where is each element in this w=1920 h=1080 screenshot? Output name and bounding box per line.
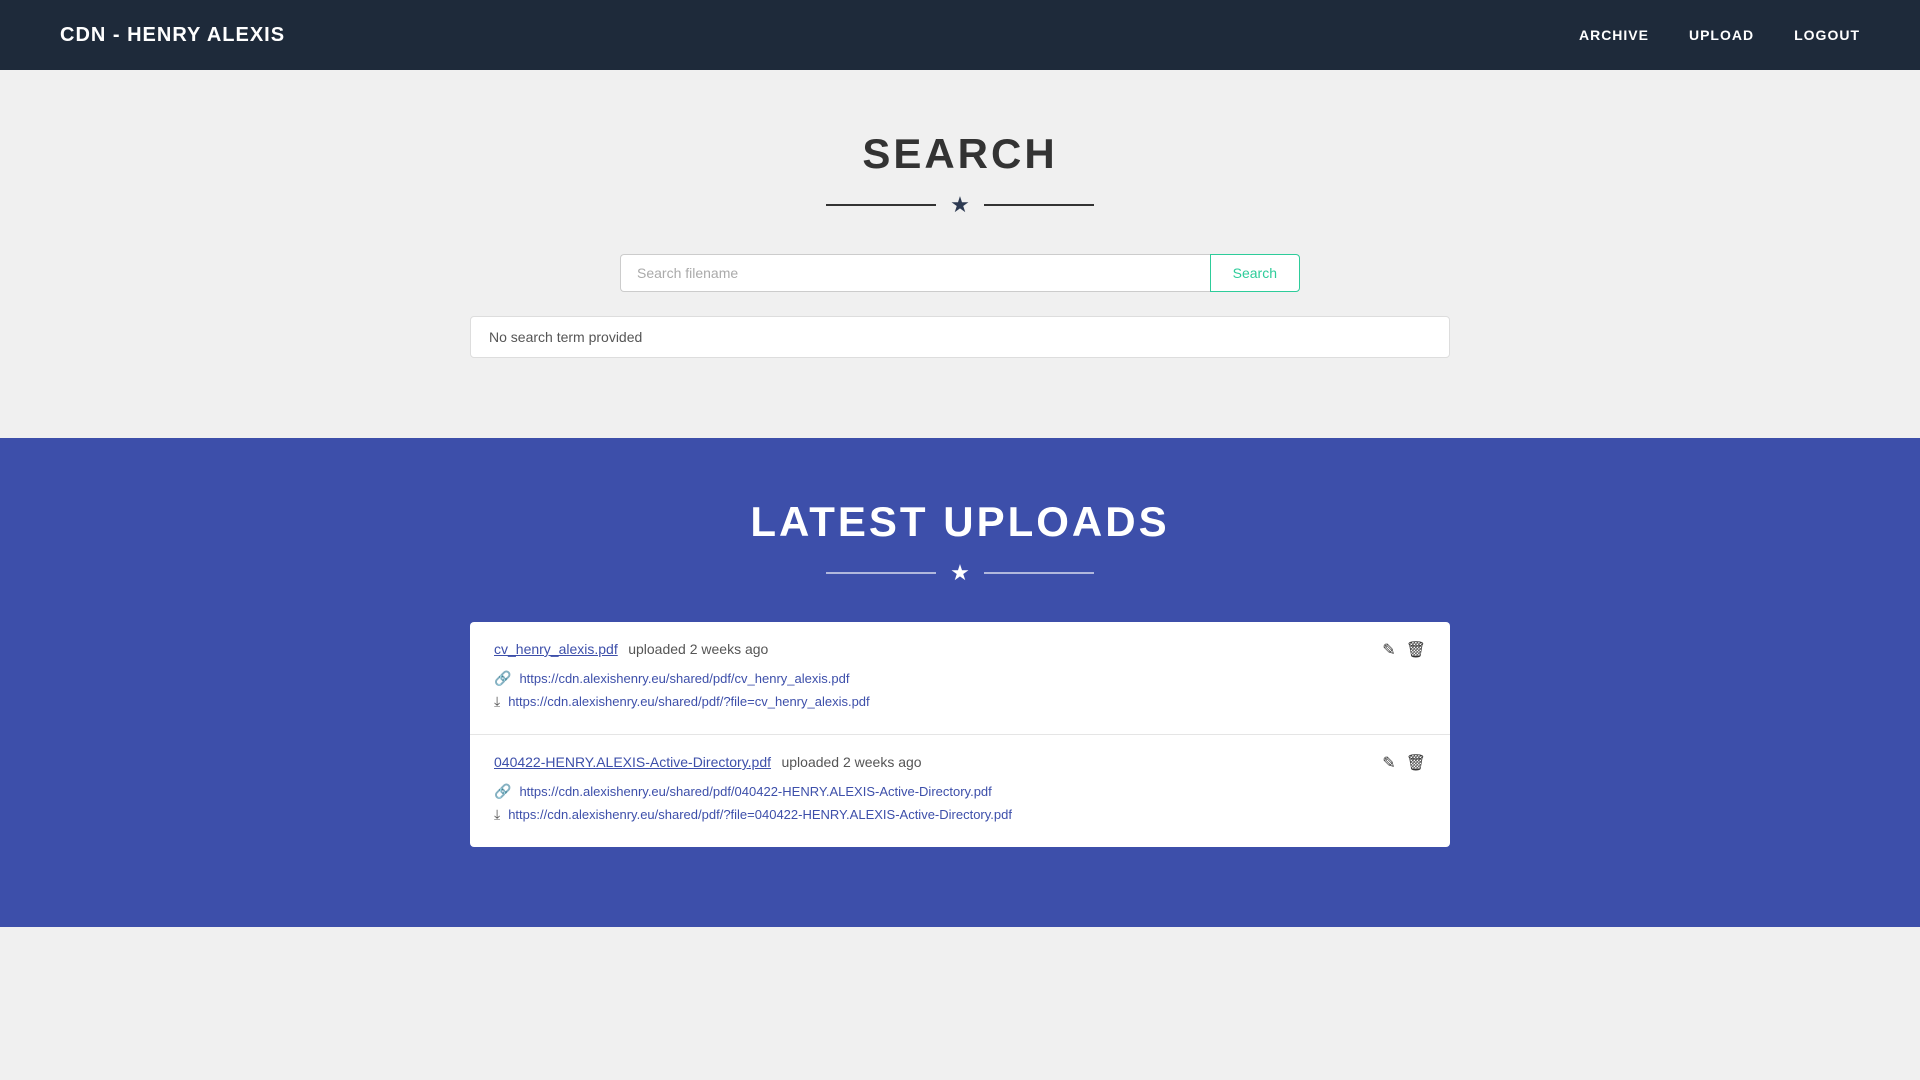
upload-item: cv_henry_alexis.pdf uploaded 2 weeks ago…: [470, 622, 1450, 735]
search-box: Search: [620, 254, 1300, 292]
upload-shared-link[interactable]: https://cdn.alexishenry.eu/shared/pdf/04…: [519, 784, 991, 799]
link-icon: 🔗: [494, 783, 511, 800]
upload-link[interactable]: UPLOAD: [1689, 27, 1754, 43]
download-icon: ⤓: [494, 693, 500, 710]
upload-download-link-row: ⤓ https://cdn.alexishenry.eu/shared/pdf/…: [494, 806, 1426, 823]
search-alert-text: No search term provided: [489, 329, 642, 345]
upload-actions: ✎ 🗑: [1382, 640, 1426, 660]
upload-item: 040422-HENRY.ALEXIS-Active-Directory.pdf…: [470, 735, 1450, 847]
divider-line-left: [826, 204, 936, 206]
search-divider: ★: [826, 192, 1094, 218]
search-alert: No search term provided: [470, 316, 1450, 358]
upload-header-left: 040422-HENRY.ALEXIS-Active-Directory.pdf…: [494, 754, 922, 772]
uploads-title: LATEST UPLOADS: [750, 498, 1169, 546]
divider-star: ★: [950, 192, 970, 218]
divider-line-right: [984, 204, 1094, 206]
search-title: SEARCH: [862, 130, 1057, 178]
upload-download-link[interactable]: https://cdn.alexishenry.eu/shared/pdf/?f…: [508, 694, 869, 709]
uploads-divider-line-left: [826, 572, 936, 574]
upload-download-link[interactable]: https://cdn.alexishenry.eu/shared/pdf/?f…: [508, 807, 1012, 822]
search-section: SEARCH ★ Search No search term provided: [0, 70, 1920, 438]
archive-link[interactable]: ARCHIVE: [1579, 27, 1649, 43]
upload-filename[interactable]: cv_henry_alexis.pdf: [494, 641, 618, 657]
navbar-brand: CDN - HENRY ALEXIS: [60, 24, 285, 47]
upload-meta: uploaded 2 weeks ago: [781, 754, 921, 770]
navbar: CDN - HENRY ALEXIS ARCHIVE UPLOAD LOGOUT: [0, 0, 1920, 70]
upload-meta: uploaded 2 weeks ago: [628, 641, 768, 657]
logout-link[interactable]: LOGOUT: [1794, 27, 1860, 43]
link-icon: 🔗: [494, 670, 511, 687]
uploads-list: cv_henry_alexis.pdf uploaded 2 weeks ago…: [470, 622, 1450, 847]
uploads-section: LATEST UPLOADS ★ cv_henry_alexis.pdf upl…: [0, 438, 1920, 927]
upload-actions: ✎ 🗑: [1382, 753, 1426, 773]
uploads-divider-star: ★: [950, 560, 970, 586]
upload-header: cv_henry_alexis.pdf uploaded 2 weeks ago…: [494, 640, 1426, 660]
edit-icon[interactable]: ✎: [1382, 753, 1395, 773]
search-button[interactable]: Search: [1210, 254, 1300, 292]
upload-filename[interactable]: 040422-HENRY.ALEXIS-Active-Directory.pdf: [494, 754, 771, 770]
upload-header-left: cv_henry_alexis.pdf uploaded 2 weeks ago: [494, 641, 768, 659]
delete-icon[interactable]: 🗑: [1406, 753, 1426, 773]
search-input[interactable]: [620, 254, 1210, 292]
edit-icon[interactable]: ✎: [1382, 640, 1395, 660]
uploads-divider: ★: [826, 560, 1094, 586]
download-icon: ⤓: [494, 806, 500, 823]
upload-download-link-row: ⤓ https://cdn.alexishenry.eu/shared/pdf/…: [494, 693, 1426, 710]
upload-header: 040422-HENRY.ALEXIS-Active-Directory.pdf…: [494, 753, 1426, 773]
navbar-nav: ARCHIVE UPLOAD LOGOUT: [1579, 27, 1860, 43]
uploads-divider-line-right: [984, 572, 1094, 574]
delete-icon[interactable]: 🗑: [1406, 640, 1426, 660]
upload-shared-link-row: 🔗 https://cdn.alexishenry.eu/shared/pdf/…: [494, 783, 1426, 800]
upload-shared-link[interactable]: https://cdn.alexishenry.eu/shared/pdf/cv…: [519, 671, 849, 686]
upload-shared-link-row: 🔗 https://cdn.alexishenry.eu/shared/pdf/…: [494, 670, 1426, 687]
